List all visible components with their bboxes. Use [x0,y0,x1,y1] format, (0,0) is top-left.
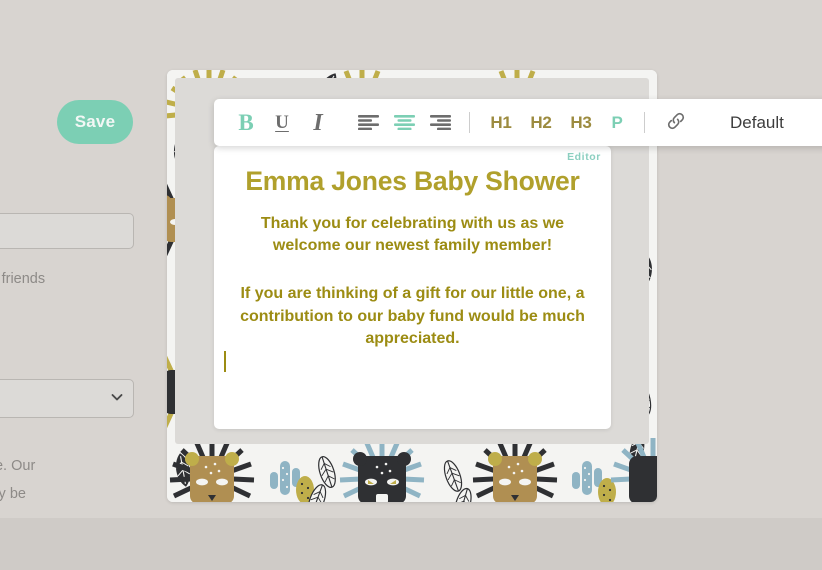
underline-button[interactable]: U [264,99,300,146]
left-note-text-3: can't currently be [0,486,26,502]
heading-2-icon: H2 [530,112,552,132]
heading-2-button[interactable]: H2 [521,99,561,146]
invitation-title[interactable]: Emma Jones Baby Shower [214,166,611,197]
left-note-text-2: P template. Our [0,458,36,474]
invitation-paragraph-1[interactable]: Thank you for celebrating with us as we … [240,213,585,257]
align-center-icon [393,115,415,131]
align-left-icon [357,115,379,131]
editor-badge: Editor [567,151,601,163]
heading-3-icon: H3 [570,112,592,132]
align-center-button[interactable] [386,99,422,146]
select-dropdown[interactable] [0,379,134,418]
italic-icon: I [313,109,323,136]
page-bottom-strip [0,518,822,570]
italic-button[interactable]: I [300,99,336,146]
heading-1-button[interactable]: H1 [481,99,521,146]
link-button[interactable] [656,99,696,146]
paragraph-icon: P [611,112,623,132]
chevron-down-icon [110,390,124,404]
left-note-text-1: zed. (Your friends [0,271,46,287]
align-right-button[interactable] [422,99,458,146]
format-toolbar[interactable]: B U I H1 H2 H3 P Default [214,99,822,146]
text-caret [224,351,226,372]
style-name-label[interactable]: Default [730,113,784,133]
paragraph-button[interactable]: P [601,99,633,146]
bold-button[interactable]: B [228,99,264,146]
toolbar-divider-1 [469,112,470,133]
bold-icon: B [238,110,254,135]
underline-icon: U [275,112,289,133]
heading-3-button[interactable]: H3 [561,99,601,146]
heading-1-icon: H1 [490,112,512,132]
invitation-paragraph-2[interactable]: If you are thinking of a gift for our li… [224,283,601,351]
text-input-field[interactable] [0,213,134,249]
editor-sheet[interactable]: Editor Emma Jones Baby Shower Thank you … [214,146,611,429]
toolbar-divider-2 [644,112,645,133]
link-icon [666,111,686,135]
save-button[interactable]: Save [57,100,133,144]
align-left-button[interactable] [350,99,386,146]
align-right-icon [429,115,451,131]
